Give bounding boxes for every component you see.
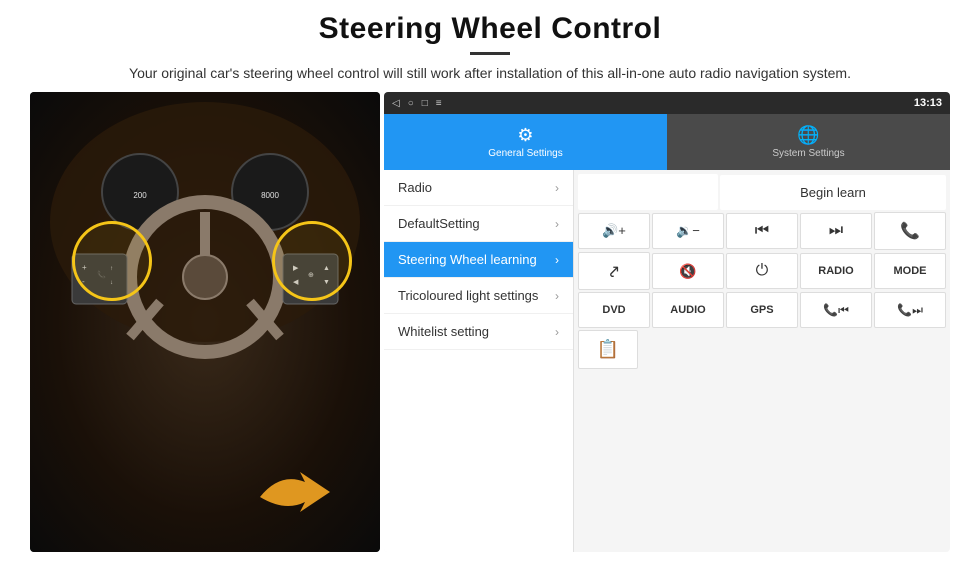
next-track-icon: ⏭ bbox=[829, 222, 843, 240]
audio-button[interactable]: AUDIO bbox=[652, 292, 724, 328]
phone-button[interactable]: 📞 bbox=[874, 212, 946, 250]
folder-button[interactable]: 📋 bbox=[578, 330, 638, 369]
phone-icon: 📞 bbox=[900, 221, 920, 241]
chevron-right-icon-2: › bbox=[555, 217, 559, 231]
next-track-button[interactable]: ⏭ bbox=[800, 213, 872, 249]
tablet-panel: ◁ ○ □ ≡ 13:13 ⚙ General Settings 🌐 Syste… bbox=[384, 92, 950, 552]
phone-next-icon: 📞⏭ bbox=[897, 303, 923, 318]
mode-button-label: MODE bbox=[894, 265, 927, 277]
menu-item-default-label: DefaultSetting bbox=[398, 216, 555, 231]
header-section: Steering Wheel Control Your original car… bbox=[0, 0, 980, 92]
audio-button-label: AUDIO bbox=[670, 304, 705, 316]
page-container: Steering Wheel Control Your original car… bbox=[0, 0, 980, 562]
gps-button[interactable]: GPS bbox=[726, 292, 798, 328]
hang-up-icon: ↩ bbox=[602, 259, 626, 283]
control-row-4: DVD AUDIO GPS 📞⏮ 📞⏭ bbox=[578, 292, 946, 328]
menu-item-radio-label: Radio bbox=[398, 180, 555, 195]
menu-item-defaultsetting[interactable]: DefaultSetting › bbox=[384, 206, 573, 242]
folder-icon: 📋 bbox=[597, 339, 619, 360]
vol-up-button[interactable]: 🔊+ bbox=[578, 213, 650, 249]
dvd-button-label: DVD bbox=[602, 304, 625, 316]
prev-track-button[interactable]: ⏮ bbox=[726, 213, 798, 249]
menu-icon[interactable]: ≡ bbox=[436, 98, 442, 109]
control-row-5: 📋 bbox=[578, 330, 946, 369]
tab-system-label: System Settings bbox=[772, 148, 844, 159]
home-icon[interactable]: ○ bbox=[408, 98, 414, 109]
page-title: Steering Wheel Control bbox=[40, 12, 940, 46]
control-row-1: Begin learn bbox=[578, 174, 946, 210]
svg-text:200: 200 bbox=[133, 191, 147, 200]
control-panel: Begin learn 🔊+ 🔉− ⏮ bbox=[574, 170, 950, 552]
system-settings-icon: 🌐 bbox=[797, 125, 819, 146]
title-divider bbox=[470, 52, 510, 55]
gps-button-label: GPS bbox=[750, 304, 773, 316]
hang-up-button[interactable]: ↩ bbox=[578, 252, 650, 290]
status-time: 13:13 bbox=[914, 97, 942, 109]
mute-icon: 🔇 bbox=[679, 263, 696, 280]
status-bar: ◁ ○ □ ≡ 13:13 bbox=[384, 92, 950, 114]
control-row-3: ↩ 🔇 ⏻ RADIO MODE bbox=[578, 252, 946, 290]
empty-space bbox=[578, 174, 718, 210]
menu-item-whitelist-label: Whitelist setting bbox=[398, 324, 555, 339]
menu-panel: Radio › DefaultSetting › Steering Wheel … bbox=[384, 170, 574, 552]
power-icon: ⏻ bbox=[756, 262, 769, 280]
highlight-right bbox=[272, 221, 352, 301]
tab-general[interactable]: ⚙ General Settings bbox=[384, 114, 667, 170]
menu-item-steering-label: Steering Wheel learning bbox=[398, 252, 555, 267]
subtitle: Your original car's steering wheel contr… bbox=[80, 63, 900, 84]
phone-next-button[interactable]: 📞⏭ bbox=[874, 292, 946, 328]
main-content: Radio › DefaultSetting › Steering Wheel … bbox=[384, 170, 950, 552]
begin-learn-button[interactable]: Begin learn bbox=[720, 175, 946, 210]
menu-item-tricoloured-label: Tricoloured light settings bbox=[398, 288, 555, 303]
radio-button[interactable]: RADIO bbox=[800, 253, 872, 289]
phone-prev-icon: 📞⏮ bbox=[823, 303, 849, 318]
content-section: 200 8000 + - 📞 ↑ bbox=[0, 92, 980, 562]
menu-item-whitelist[interactable]: Whitelist setting › bbox=[384, 314, 573, 350]
dvd-button[interactable]: DVD bbox=[578, 292, 650, 328]
nav-tabs: ⚙ General Settings 🌐 System Settings bbox=[384, 114, 950, 170]
back-icon[interactable]: ◁ bbox=[392, 98, 400, 109]
vol-down-icon: 🔉− bbox=[676, 223, 700, 239]
vol-up-icon: 🔊+ bbox=[602, 223, 626, 239]
tab-system[interactable]: 🌐 System Settings bbox=[667, 114, 950, 170]
radio-button-label: RADIO bbox=[818, 265, 853, 277]
square-icon[interactable]: □ bbox=[422, 98, 428, 109]
chevron-right-icon-5: › bbox=[555, 325, 559, 339]
menu-item-radio[interactable]: Radio › bbox=[384, 170, 573, 206]
chevron-right-icon: › bbox=[555, 181, 559, 195]
highlight-left bbox=[72, 221, 152, 301]
chevron-right-icon-4: › bbox=[555, 289, 559, 303]
car-image-bg: 200 8000 + - 📞 ↑ bbox=[30, 92, 380, 552]
power-button[interactable]: ⏻ bbox=[726, 253, 798, 289]
prev-track-icon: ⏮ bbox=[755, 222, 769, 240]
menu-item-tricoloured[interactable]: Tricoloured light settings › bbox=[384, 278, 573, 314]
general-settings-icon: ⚙ bbox=[517, 125, 533, 146]
phone-prev-button[interactable]: 📞⏮ bbox=[800, 292, 872, 328]
menu-item-steering[interactable]: Steering Wheel learning › bbox=[384, 242, 573, 278]
mode-button[interactable]: MODE bbox=[874, 253, 946, 289]
mute-button[interactable]: 🔇 bbox=[652, 253, 724, 289]
control-row-2: 🔊+ 🔉− ⏮ ⏭ 📞 bbox=[578, 212, 946, 250]
tab-general-label: General Settings bbox=[488, 148, 563, 159]
vol-down-button[interactable]: 🔉− bbox=[652, 213, 724, 249]
svg-text:8000: 8000 bbox=[261, 191, 279, 200]
car-image-panel: 200 8000 + - 📞 ↑ bbox=[30, 92, 380, 552]
arrow-svg bbox=[250, 462, 350, 532]
chevron-right-icon-3: › bbox=[555, 253, 559, 267]
status-bar-left: ◁ ○ □ ≡ bbox=[392, 98, 442, 109]
